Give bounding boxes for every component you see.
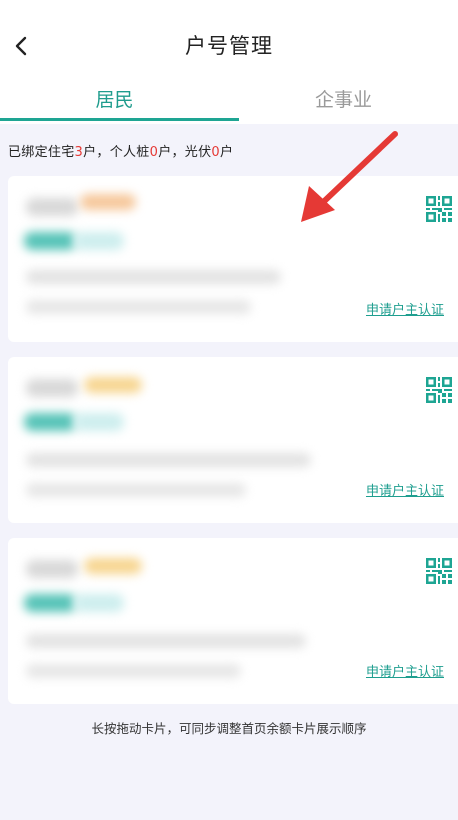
qr-code-icon[interactable]	[426, 377, 452, 403]
solar-count: 0	[211, 145, 220, 160]
qr-code-icon[interactable]	[426, 558, 452, 584]
residential-count: 3	[74, 145, 84, 160]
charger-count: 0	[149, 145, 159, 160]
binding-summary: 已绑定住宅3户，个人桩0户，光伏0户	[8, 141, 233, 160]
account-card[interactable]: 申请户主认证	[8, 357, 458, 523]
blurred-address-line	[26, 634, 306, 648]
tab-indicator	[0, 118, 239, 121]
blurred-account-name	[26, 379, 78, 397]
blurred-type-badge	[24, 232, 76, 250]
blurred-type-badge-light	[74, 232, 124, 250]
qr-code-icon[interactable]	[426, 196, 452, 222]
blurred-address-line	[26, 300, 251, 314]
blurred-account-tag	[84, 558, 142, 574]
blurred-account-name	[26, 560, 78, 578]
blurred-address-line	[26, 453, 311, 467]
blurred-address-line	[26, 270, 281, 284]
tab-enterprise[interactable]: 企事业	[229, 80, 458, 120]
blurred-type-badge-light	[74, 594, 124, 612]
account-card[interactable]: 申请户主认证	[8, 538, 458, 704]
blurred-type-badge	[24, 594, 76, 612]
blurred-address-line	[26, 483, 246, 497]
blurred-account-tag	[84, 377, 142, 393]
blurred-address-line	[26, 664, 241, 678]
blurred-account-tag	[80, 194, 136, 210]
page-title: 户号管理	[185, 34, 273, 58]
summary-label-solar: 户，光伏	[158, 145, 212, 160]
blurred-account-name	[26, 198, 78, 216]
app-header: 户号管理 居民 企事业	[0, 0, 458, 124]
drag-sort-hint: 长按拖动卡片，可同步调整首页余额卡片展示顺序	[91, 721, 367, 736]
apply-owner-verification-link[interactable]: 申请户主认证	[366, 661, 444, 680]
summary-label-residential: 已绑定住宅	[8, 145, 75, 160]
summary-label-end: 户	[219, 145, 234, 160]
apply-owner-verification-link[interactable]: 申请户主认证	[366, 480, 444, 499]
summary-label-charger: 户，个人桩	[83, 145, 150, 160]
blurred-type-badge-light	[74, 413, 124, 431]
tab-residential[interactable]: 居民	[0, 80, 229, 120]
red-arrow-annotation	[301, 131, 398, 222]
blurred-type-badge	[24, 413, 76, 431]
apply-owner-verification-link[interactable]: 申请户主认证	[366, 299, 444, 318]
